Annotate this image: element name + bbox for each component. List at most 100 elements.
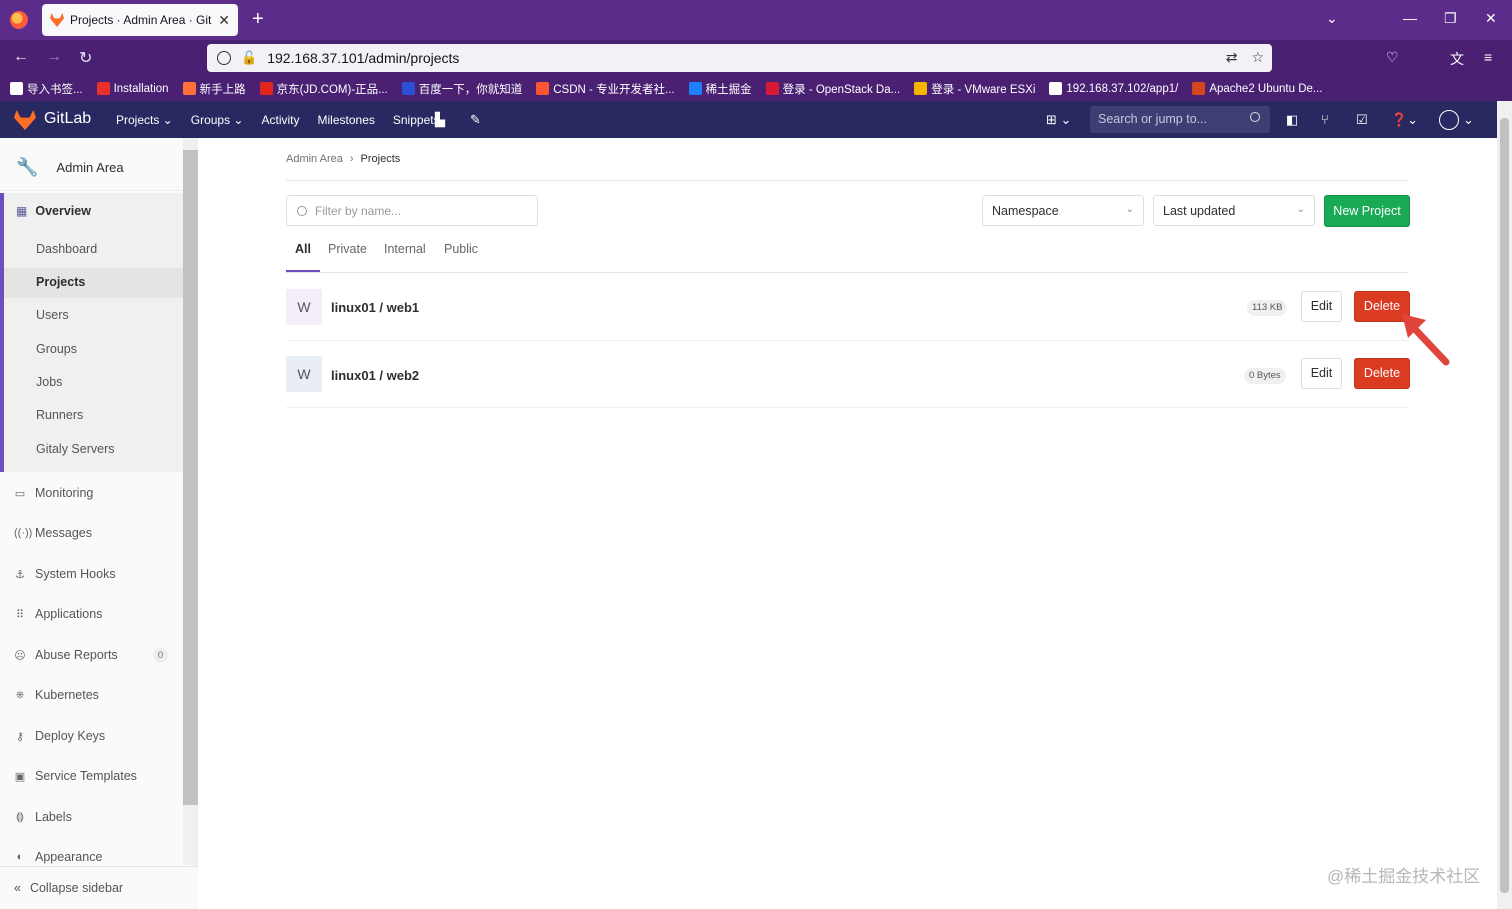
edit-button[interactable]: Edit — [1301, 358, 1342, 389]
tab-internal[interactable]: Internal — [384, 242, 426, 256]
tab-all[interactable]: All — [295, 242, 311, 256]
top-menu-item[interactable]: Snippets — [393, 113, 440, 127]
project-avatar[interactable]: W — [286, 356, 322, 392]
sidebar-item-system-hooks[interactable]: ⚓ System Hooks — [14, 567, 116, 581]
breadcrumb-current[interactable]: Projects — [361, 153, 401, 165]
sidebar-item-gitaly-servers[interactable]: Gitaly Servers — [36, 442, 115, 456]
user-avatar[interactable] — [1439, 110, 1459, 130]
bookmark-item[interactable]: 百度一下，你就知道 — [401, 81, 522, 97]
reload-icon[interactable]: ↻ — [79, 48, 92, 68]
pocket-icon[interactable]: ♡ — [1386, 49, 1399, 66]
sidebar-title[interactable]: 🔧 Admin Area — [0, 145, 183, 191]
extension-translate-icon[interactable]: 文 — [1450, 49, 1464, 69]
sidebar-item-applications[interactable]: ⠿ Applications — [14, 607, 102, 621]
plus-dropdown-icon[interactable]: ⊞ ⌄ — [1046, 112, 1071, 128]
browser-tab[interactable]: Projects · Admin Area · GitLab ✕ — [42, 4, 238, 36]
url-text[interactable]: 192.168.37.101/admin/projects — [267, 50, 459, 66]
tab-close-icon[interactable]: ✕ — [218, 12, 230, 29]
annotation-arrow-icon — [1402, 314, 1450, 366]
window-close-icon[interactable]: ✕ — [1485, 10, 1497, 27]
collapse-sidebar-button[interactable]: « Collapse sidebar — [0, 866, 198, 909]
address-bar[interactable]: 🔓 192.168.37.101/admin/projects ⇄ ☆ — [207, 44, 1272, 72]
sidebar-item-service-templates[interactable]: ▣ Service Templates — [14, 769, 137, 783]
chart-icon[interactable]: ▙ — [435, 112, 445, 128]
avatar-chevron-icon[interactable]: ⌄ — [1463, 112, 1474, 128]
top-menu-item[interactable]: Groups ⌄ — [191, 113, 244, 127]
sidebar-item-jobs[interactable]: Jobs — [36, 375, 62, 389]
sidebar-item-users[interactable]: Users — [36, 308, 69, 322]
sidebar-item-deploy-keys[interactable]: ⚷ Deploy Keys — [14, 729, 105, 743]
menu-icon[interactable]: ≡ — [1484, 49, 1492, 65]
sidebar-item-monitoring[interactable]: ▭ Monitoring — [14, 486, 94, 500]
bookmark-item[interactable]: 导入书签... — [10, 81, 83, 97]
bookmark-item[interactable]: Installation — [96, 82, 169, 95]
edit-button[interactable]: Edit — [1301, 291, 1342, 322]
merge-request-icon[interactable]: ⑂ — [1321, 112, 1329, 127]
sidebar-item-overview[interactable]: ▦ Overview — [16, 204, 91, 218]
filter-input[interactable]: Filter by name... — [286, 195, 538, 226]
sidebar-item-runners[interactable]: Runners — [36, 408, 83, 422]
sidebar-item-label: Abuse Reports — [35, 648, 118, 662]
breadcrumb-separator: › — [349, 153, 354, 165]
bookmark-item[interactable]: CSDN - 专业开发者社... — [536, 81, 675, 97]
bookmark-item[interactable]: 稀土掘金 — [688, 81, 752, 97]
appearance-icon: ◐ — [16, 851, 24, 863]
sort-dropdown[interactable]: Last updated ⌄ — [1153, 195, 1315, 226]
sidebar-item-labels[interactable]: ⟬⟭ Labels — [14, 810, 72, 824]
page-scrollbar-thumb[interactable] — [1500, 118, 1509, 893]
bookmark-item[interactable]: 新手上路 — [182, 81, 246, 97]
admin-wrench-icon[interactable]: ✎ — [470, 112, 481, 128]
watermark: @稀土掘金技术社区 — [1327, 867, 1481, 886]
firefox-icon[interactable] — [10, 11, 28, 29]
bookmark-label: 登录 - VMware ESXi — [931, 83, 1036, 96]
search-icon — [1250, 112, 1260, 122]
tab-private[interactable]: Private — [328, 242, 367, 256]
new-tab-button[interactable]: + — [252, 8, 264, 30]
maximize-icon[interactable]: ❐ — [1444, 10, 1457, 27]
search-input[interactable]: Search or jump to... — [1090, 106, 1270, 133]
bookmark-favicon-icon — [182, 82, 196, 95]
todo-icon[interactable]: ☑ — [1356, 112, 1368, 128]
sidebar-item-kubernetes[interactable]: ⎈ Kubernetes — [14, 688, 99, 702]
bookmark-favicon-icon — [914, 82, 928, 95]
sidebar-item-messages[interactable]: ((·)) Messages — [14, 526, 92, 540]
tracking-protection-icon[interactable] — [217, 51, 231, 65]
tab-list-icon[interactable]: ⌄ — [1326, 10, 1338, 27]
breadcrumb-admin-area[interactable]: Admin Area — [286, 153, 343, 165]
bookmark-star-icon[interactable]: ☆ — [1251, 49, 1264, 66]
project-size-badge: 113 KB — [1247, 300, 1288, 316]
bookmark-item[interactable]: 京东(JD.COM)-正品... — [259, 81, 388, 97]
bookmark-item[interactable]: Apache2 Ubuntu De... — [1192, 82, 1323, 95]
help-icon[interactable]: ❓⌄ — [1391, 112, 1418, 128]
bookmark-item[interactable]: 登录 - OpenStack Da... — [765, 81, 900, 97]
sidebar-item-abuse-reports[interactable]: ☹ Abuse Reports — [14, 648, 118, 662]
namespace-dropdown[interactable]: Namespace ⌄ — [982, 195, 1144, 226]
collapse-sidebar-label: Collapse sidebar — [29, 881, 124, 895]
translate-icon[interactable]: ⇄ — [1226, 49, 1238, 66]
minimize-icon[interactable]: — — [1403, 10, 1417, 26]
gitlab-logo-icon[interactable] — [14, 110, 36, 130]
sidebar-item-groups[interactable]: Groups — [36, 342, 77, 356]
forward-icon[interactable]: → — [46, 48, 62, 66]
gitlab-brand[interactable]: GitLab — [44, 110, 91, 128]
new-project-button[interactable]: New Project — [1324, 195, 1410, 227]
issues-icon[interactable]: ◧ — [1286, 112, 1298, 128]
bookmark-item[interactable]: 192.168.37.102/app1/ — [1049, 82, 1178, 95]
project-name[interactable]: linux01 / web1 — [331, 300, 419, 315]
visibility-tabs: All Private Internal Public — [286, 237, 1409, 273]
insecure-lock-icon[interactable]: 🔓 — [241, 50, 257, 66]
top-menu-item[interactable]: Activity — [262, 113, 300, 127]
bookmark-item[interactable]: 登录 - VMware ESXi — [914, 81, 1035, 97]
gitlab-top-menu: Projects ⌄ Groups ⌄ Activity Milestones Snip… — [116, 113, 440, 127]
bookmark-favicon-icon — [96, 82, 110, 95]
project-name[interactable]: linux01 / web2 — [331, 368, 419, 383]
sidebar-item-dashboard[interactable]: Dashboard — [36, 242, 97, 256]
back-icon[interactable]: ← — [13, 48, 29, 66]
sidebar-item-projects[interactable]: Projects — [36, 275, 85, 289]
tab-public[interactable]: Public — [444, 242, 478, 256]
top-menu-item[interactable]: Milestones — [318, 113, 375, 127]
sidebar-scrollbar-thumb[interactable] — [183, 150, 198, 805]
sidebar-item-appearance[interactable]: ◐ Appearance — [14, 850, 103, 864]
project-avatar[interactable]: W — [286, 289, 322, 325]
top-menu-item[interactable]: Projects ⌄ — [116, 113, 173, 127]
